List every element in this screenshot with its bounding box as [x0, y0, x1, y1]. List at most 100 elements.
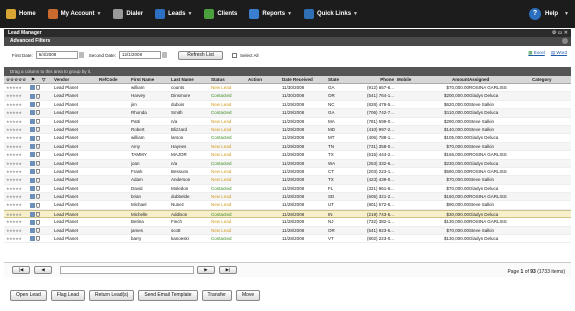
- rating-stars-icon[interactable]: ★★★★★: [6, 193, 28, 201]
- calendar-icon[interactable]: [78, 52, 84, 58]
- rating-stars-icon[interactable]: ★★★★★: [6, 185, 28, 193]
- column-header-category[interactable]: Category: [532, 76, 572, 84]
- flag-icon[interactable]: [36, 236, 40, 242]
- flag-icon[interactable]: [36, 85, 40, 91]
- flag-icon[interactable]: [36, 110, 40, 116]
- lead-card-icon[interactable]: [30, 152, 35, 158]
- column-header-mobile[interactable]: Mobile: [397, 76, 432, 84]
- move-button[interactable]: Move: [235, 290, 261, 301]
- flag-icon[interactable]: [36, 202, 40, 208]
- open-lead-button[interactable]: Open Lead: [10, 290, 47, 301]
- flag-icon[interactable]: [36, 144, 40, 150]
- flag-icon[interactable]: [36, 194, 40, 200]
- table-row[interactable]: ★★★★★ Lead Planet joan n/a Contacted 11/29/20…: [4, 159, 571, 168]
- table-row[interactable]: ★★★★★ Lead Planet jim dubois New Lead 11/29/2…: [4, 101, 571, 110]
- rating-stars-icon[interactable]: ★★★★★: [6, 176, 28, 184]
- nav-my-account[interactable]: My Account ▼: [47, 9, 101, 19]
- lead-card-icon[interactable]: [30, 219, 35, 225]
- flag-icon[interactable]: [36, 227, 40, 233]
- nav-reports[interactable]: Reports ▼: [249, 9, 292, 19]
- lead-card-icon[interactable]: [30, 127, 35, 133]
- nav-home[interactable]: Home: [6, 9, 36, 19]
- table-row[interactable]: ★★★★★ Lead Planet james scott New Lead 11/28/…: [4, 226, 571, 236]
- rating-stars-icon[interactable]: ★★★★★: [6, 126, 28, 134]
- lead-card-icon[interactable]: [30, 110, 35, 116]
- column-header-status[interactable]: Status: [211, 76, 246, 84]
- table-row[interactable]: ★★★★★ Lead Planet Amy Haynes New Lead 11/29/2…: [4, 142, 571, 152]
- table-row[interactable]: ★★★★★ Lead Planet Michelle Addison Contacted…: [4, 209, 571, 219]
- rating-stars-icon[interactable]: ★★★★★: [6, 118, 28, 126]
- lead-card-icon[interactable]: [30, 93, 35, 99]
- rating-stars-icon[interactable]: ★★★★★: [6, 218, 28, 226]
- lead-card-icon[interactable]: [30, 186, 35, 191]
- rating-stars-icon[interactable]: ★★★★★: [6, 92, 28, 100]
- table-row[interactable]: ★★★★★ Lead Planet barry kanoeski Contacted 11…: [4, 235, 571, 244]
- page-slider[interactable]: [60, 266, 194, 274]
- flag-icon[interactable]: [36, 152, 40, 158]
- rating-stars-icon[interactable]: ★★★★★: [6, 84, 28, 92]
- table-row[interactable]: ★★★★★ Lead Planet Michael Nunez New Lead 11/2…: [4, 201, 571, 210]
- nav-leads[interactable]: Leads ▼: [155, 9, 192, 19]
- last-page-button[interactable]: ▶|: [219, 266, 237, 274]
- nav-help[interactable]: ? Help ▼: [529, 8, 569, 20]
- calendar-icon[interactable]: [162, 52, 168, 58]
- table-row[interactable]: ★★★★★ Lead Planet David Moledon Contacted 11/…: [4, 185, 571, 194]
- next-page-button[interactable]: ▶: [197, 266, 215, 274]
- table-row[interactable]: ★★★★★ Lead Planet brian dubbelde New Lead 11/…: [4, 193, 571, 202]
- send-email-template-button[interactable]: Send Email Template: [138, 290, 198, 301]
- flag-icon[interactable]: [36, 118, 40, 124]
- window-tools-icon[interactable]: ⚙ ▭ ✕: [552, 29, 568, 37]
- lead-card-icon[interactable]: [30, 236, 35, 242]
- rating-stars-icon[interactable]: ★★★★★: [6, 235, 28, 243]
- column-header-phone[interactable]: Phone: [348, 76, 394, 84]
- prev-page-button[interactable]: ◀: [34, 266, 52, 274]
- lead-card-icon[interactable]: [30, 85, 35, 91]
- column-header-first-name[interactable]: First Name: [131, 76, 169, 84]
- column-header-date-received[interactable]: Date Received: [282, 76, 324, 84]
- rating-stars-icon[interactable]: ★★★★★: [6, 201, 28, 209]
- column-header-amount[interactable]: Amount: [436, 76, 469, 84]
- flag-icon[interactable]: [36, 135, 40, 141]
- transfer-button[interactable]: Transfer: [201, 290, 232, 301]
- first-date-input[interactable]: 6/4/2008: [35, 51, 84, 59]
- nav-quick-links[interactable]: Quick Links ▼: [304, 9, 358, 19]
- flag-icon[interactable]: [36, 169, 40, 175]
- collapse-icon[interactable]: [562, 38, 568, 44]
- flag-icon[interactable]: [36, 219, 40, 225]
- lead-card-icon[interactable]: [30, 135, 35, 141]
- flag-icon[interactable]: [36, 93, 40, 99]
- lead-card-icon[interactable]: [30, 169, 35, 175]
- table-row[interactable]: ★★★★★ Lead Planet TAMMY MAJOR New Lead 11/29/…: [4, 151, 571, 160]
- table-row[interactable]: ★★★★★ Lead Planet william larson Contacted 11…: [4, 134, 571, 143]
- table-row[interactable]: ★★★★★ Lead Planet william counts New Lead 11/…: [4, 84, 571, 93]
- column-header-vendor[interactable]: Vendor: [54, 76, 98, 84]
- flag-icon[interactable]: [36, 102, 40, 108]
- column-header-assigned[interactable]: Assigned: [469, 76, 531, 84]
- lead-card-icon[interactable]: [30, 227, 35, 233]
- word-export-link[interactable]: ▤ Word: [551, 50, 567, 56]
- table-row[interactable]: ★★★★★ Lead Planet Patti n/a New Lead 11/29/20…: [4, 118, 571, 126]
- lead-card-icon[interactable]: [30, 118, 35, 124]
- first-page-button[interactable]: |◀: [12, 266, 30, 274]
- flag-lead-button[interactable]: Flag Lead: [50, 290, 85, 301]
- column-header-last-name[interactable]: Last Name: [171, 76, 209, 84]
- stars-icon[interactable]: ☆☆☆☆☆: [6, 76, 28, 84]
- rating-stars-icon[interactable]: ★★★★★: [6, 134, 28, 142]
- flag-icon[interactable]: [36, 177, 40, 183]
- lead-card-icon[interactable]: [30, 202, 35, 208]
- rating-stars-icon[interactable]: ★★★★★: [6, 101, 28, 109]
- lead-card-icon[interactable]: [30, 177, 35, 183]
- rating-stars-icon[interactable]: ★★★★★: [6, 168, 28, 176]
- table-row[interactable]: ★★★★★ Lead Planet Adam Anderson New Lead 11/2…: [4, 176, 571, 185]
- column-header-action[interactable]: Action: [248, 76, 278, 84]
- flag-icon[interactable]: [36, 160, 40, 166]
- column-header-refcode[interactable]: RefCode: [99, 76, 129, 84]
- rating-stars-icon[interactable]: ★★★★★: [6, 160, 28, 168]
- nav-dialer[interactable]: Dialer: [113, 9, 143, 19]
- rating-stars-icon[interactable]: ★★★★★: [6, 143, 28, 151]
- table-row[interactable]: ★★★★★ Lead Planet Harvey Dinsmore Contacted 1…: [4, 92, 571, 101]
- advanced-filters-header[interactable]: Advanced Filters: [4, 37, 571, 46]
- flag-icon[interactable]: [36, 186, 40, 191]
- flag-icon[interactable]: [36, 212, 40, 218]
- table-row[interactable]: ★★★★★ Lead Planet Rhonda Smith Contacted 11/2…: [4, 109, 571, 118]
